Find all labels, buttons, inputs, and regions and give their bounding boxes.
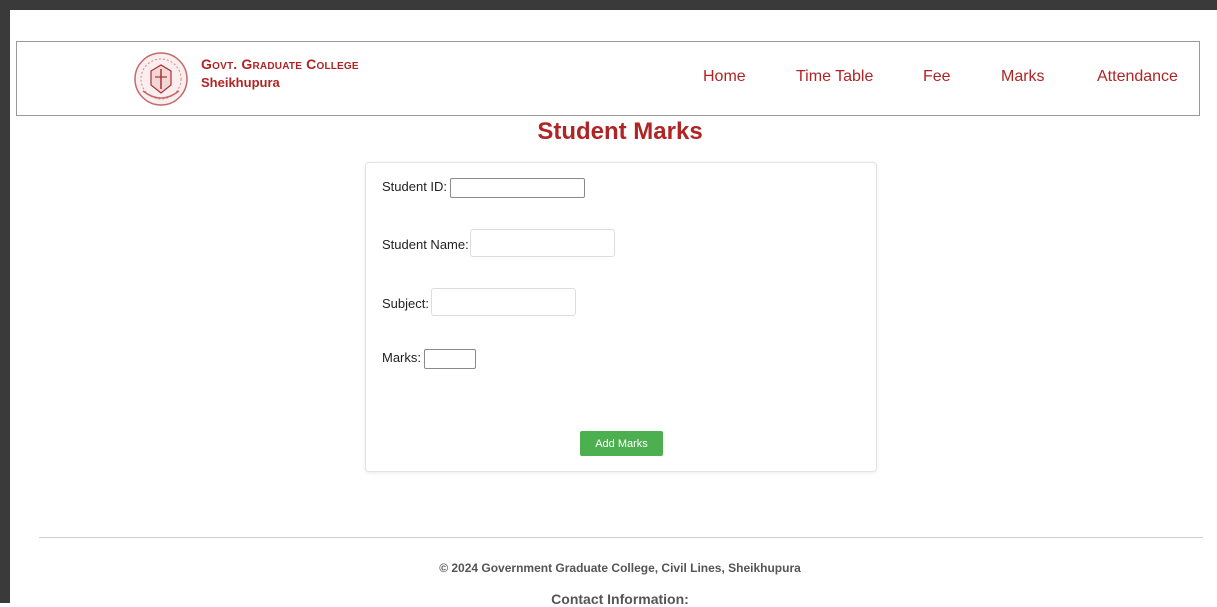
nav-link-home[interactable]: Home xyxy=(703,68,746,86)
subject-input[interactable] xyxy=(431,288,576,316)
student-name-label: Student Name: xyxy=(382,237,469,252)
nav-link-attendance[interactable]: Attendance xyxy=(1097,68,1178,86)
student-id-label: Student ID: xyxy=(382,179,448,194)
footer-contact-heading: Contact Information: xyxy=(551,591,689,607)
brand-city: Sheikhupura xyxy=(201,75,280,90)
nav-link-marks[interactable]: Marks xyxy=(1001,68,1045,86)
add-marks-button[interactable]: Add Marks xyxy=(580,431,663,456)
subject-label: Subject: xyxy=(382,296,429,311)
page-title: Student Marks xyxy=(537,118,703,145)
marks-label: Marks: xyxy=(382,350,421,365)
student-id-input[interactable] xyxy=(450,178,585,198)
window-frame-left xyxy=(0,0,10,603)
window-frame-top xyxy=(0,0,1217,10)
nav-link-time-table[interactable]: Time Table xyxy=(796,68,873,86)
footer-divider xyxy=(39,537,1203,538)
footer-copyright: © 2024 Government Graduate College, Civi… xyxy=(439,561,801,575)
student-marks-form: Student ID: Student Name: Subject: Marks… xyxy=(365,162,877,472)
college-logo-icon xyxy=(134,52,188,106)
nav-link-fee[interactable]: Fee xyxy=(923,68,951,86)
marks-input[interactable] xyxy=(424,349,476,369)
student-name-input[interactable] xyxy=(470,229,615,257)
brand-name: Govt. Graduate College xyxy=(201,56,359,72)
site-header: Govt. Graduate College Sheikhupura Home … xyxy=(16,41,1200,116)
